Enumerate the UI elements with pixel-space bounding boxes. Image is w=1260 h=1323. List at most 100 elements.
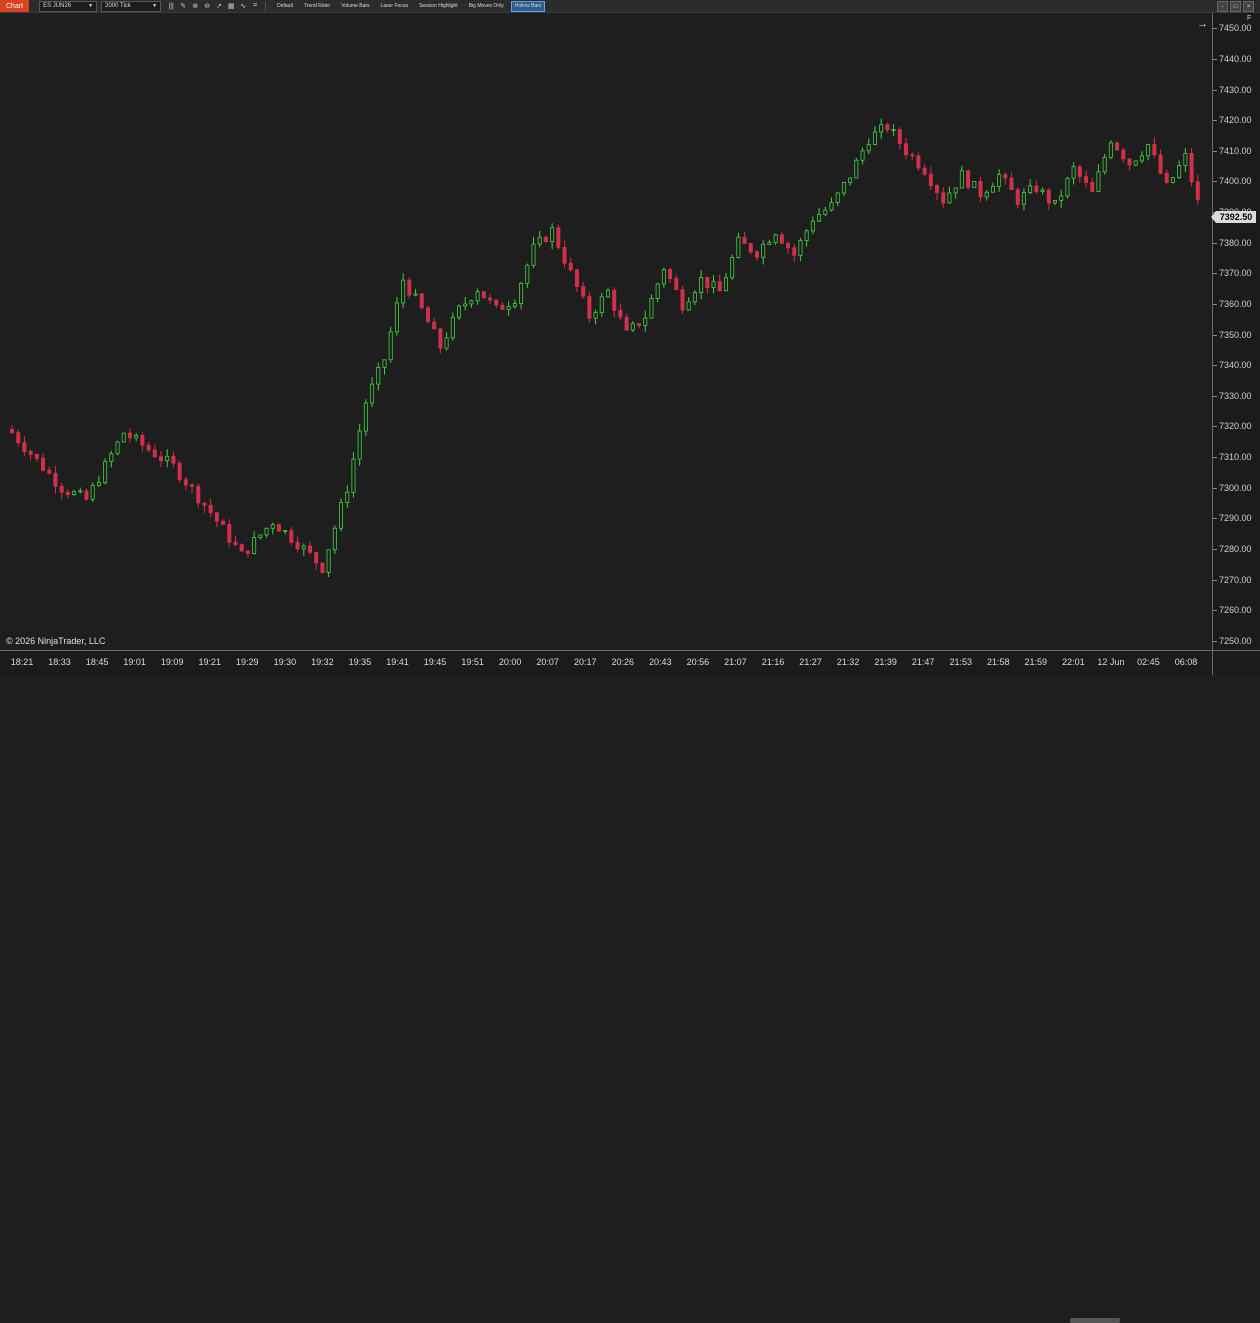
candle-down — [562, 240, 567, 268]
price-tick-label: 7370.00 — [1213, 268, 1252, 279]
candle-down — [208, 498, 213, 518]
candle-up — [376, 362, 381, 391]
interval-selector[interactable]: 2000 Tick ▼ — [101, 0, 162, 12]
candle-down — [966, 169, 971, 190]
cursor-icon[interactable]: ➚ — [213, 1, 225, 11]
candle-body — [494, 299, 499, 306]
candle-up — [798, 237, 803, 262]
candle-body — [227, 524, 232, 543]
candle-down — [432, 318, 437, 330]
price-tick-label: 7290.00 — [1213, 513, 1252, 524]
candle-down — [755, 249, 760, 262]
indicator-icon[interactable]: ∿ — [237, 1, 249, 11]
candle-up — [363, 399, 368, 437]
candle-body — [1139, 155, 1144, 162]
candle-down — [612, 287, 617, 318]
candle-down — [624, 313, 629, 331]
maximize-button[interactable]: □ — [1230, 1, 1241, 12]
candle-up — [848, 177, 853, 186]
time-tick-label: 20:26 — [611, 657, 635, 667]
strategy-icon[interactable]: ⌗ — [249, 1, 261, 11]
candle-up — [817, 207, 822, 223]
candle-down — [1015, 187, 1020, 209]
candle-body — [59, 485, 64, 493]
candle-body — [109, 453, 114, 462]
candle-up — [550, 223, 555, 250]
properties-icon[interactable]: ▦ — [225, 1, 237, 11]
template-button-default[interactable]: Default — [273, 0, 297, 12]
time-tick-label: 21:58 — [986, 657, 1010, 667]
candle-up — [866, 138, 871, 155]
candlestick-chart[interactable] — [0, 13, 1212, 650]
candle-up — [1053, 200, 1058, 206]
bar-type-icon[interactable]: ||| — [165, 1, 177, 11]
candle-body — [475, 291, 480, 302]
template-button-laser-focus[interactable]: Laser Focus — [376, 0, 413, 12]
price-tick-label: 7440.00 — [1213, 53, 1252, 64]
candle-body — [233, 541, 238, 545]
draw-tool-icon[interactable]: ✎ — [177, 1, 189, 11]
candle-body — [450, 316, 455, 339]
candle-body — [53, 472, 58, 487]
candle-down — [9, 425, 14, 434]
candle-body — [376, 366, 381, 385]
candle-up — [990, 182, 995, 193]
candle-down — [28, 449, 33, 461]
template-button-big-moves-only[interactable]: Big Moves Only — [464, 0, 508, 12]
candle-body — [252, 537, 257, 554]
chart-tab[interactable]: Chart — [0, 0, 30, 12]
candle-body — [841, 181, 846, 194]
candle-body — [581, 286, 586, 297]
candle-body — [134, 435, 139, 439]
candle-down — [742, 231, 747, 244]
candle-up — [1040, 187, 1045, 195]
time-tick-label: 06:08 — [1174, 657, 1198, 667]
template-button-trend-rider[interactable]: Trend Rider — [299, 0, 335, 12]
candle-down — [922, 164, 927, 177]
candle-body — [332, 527, 337, 551]
candle-down — [910, 152, 915, 161]
template-button-hollow-bars[interactable]: Hollow Bars — [510, 0, 546, 12]
candle-body — [966, 170, 971, 188]
candle-up — [78, 487, 83, 494]
candle-up — [810, 216, 815, 235]
template-button-session-highlight[interactable]: Session Highlight — [415, 0, 462, 12]
scroll-to-end-icon[interactable]: → — [1197, 18, 1208, 30]
candle-up — [997, 169, 1002, 192]
candle-body — [879, 124, 884, 133]
price-tick-label: 7450.00 — [1213, 23, 1252, 34]
copyright-text: © 2026 NinjaTrader, LLC — [6, 636, 106, 646]
minimize-button[interactable]: - — [1217, 1, 1228, 12]
candle-body — [276, 524, 281, 532]
close-button[interactable]: × — [1243, 1, 1254, 12]
horizontal-scrollbar[interactable] — [1070, 1318, 1120, 1323]
candle-body — [637, 323, 642, 326]
template-button-volume-bars[interactable]: Volume Bars — [337, 0, 374, 12]
chart-panel[interactable] — [0, 13, 1212, 650]
zoom-out-icon[interactable]: ⊖ — [201, 1, 213, 11]
zoom-in-icon[interactable]: ⊕ — [189, 1, 201, 11]
candle-up — [947, 186, 952, 204]
candle-down — [239, 543, 244, 552]
price-tick-label: 7420.00 — [1213, 115, 1252, 126]
candle-down — [202, 502, 207, 513]
candle-body — [370, 383, 375, 404]
candle-body — [103, 461, 108, 484]
time-tick-label: 12 Jun — [1097, 657, 1125, 667]
candle-body — [239, 544, 244, 552]
candle-body — [177, 462, 182, 481]
candle-up — [264, 527, 269, 538]
candle-body — [711, 281, 716, 288]
candle-up — [686, 297, 691, 311]
price-axis[interactable]: 7250.00 7260.00 7270.00 7280.00 7290.00 7300.… — [1212, 13, 1260, 650]
candle-body — [872, 131, 877, 145]
toolbar-divider — [265, 1, 267, 11]
candle-up — [1170, 177, 1175, 184]
candle-down — [1164, 169, 1169, 185]
candle-down — [227, 519, 232, 548]
instrument-selector[interactable]: ES JUN26 ▼ — [39, 0, 98, 12]
candle-down — [276, 523, 281, 532]
price-tick-label: 7340.00 — [1213, 360, 1252, 371]
time-axis[interactable]: 18:21 18:33 18:45 19:01 19:09 19:21 19:29 19:30… — [0, 650, 1212, 1323]
candle-body — [804, 230, 809, 241]
